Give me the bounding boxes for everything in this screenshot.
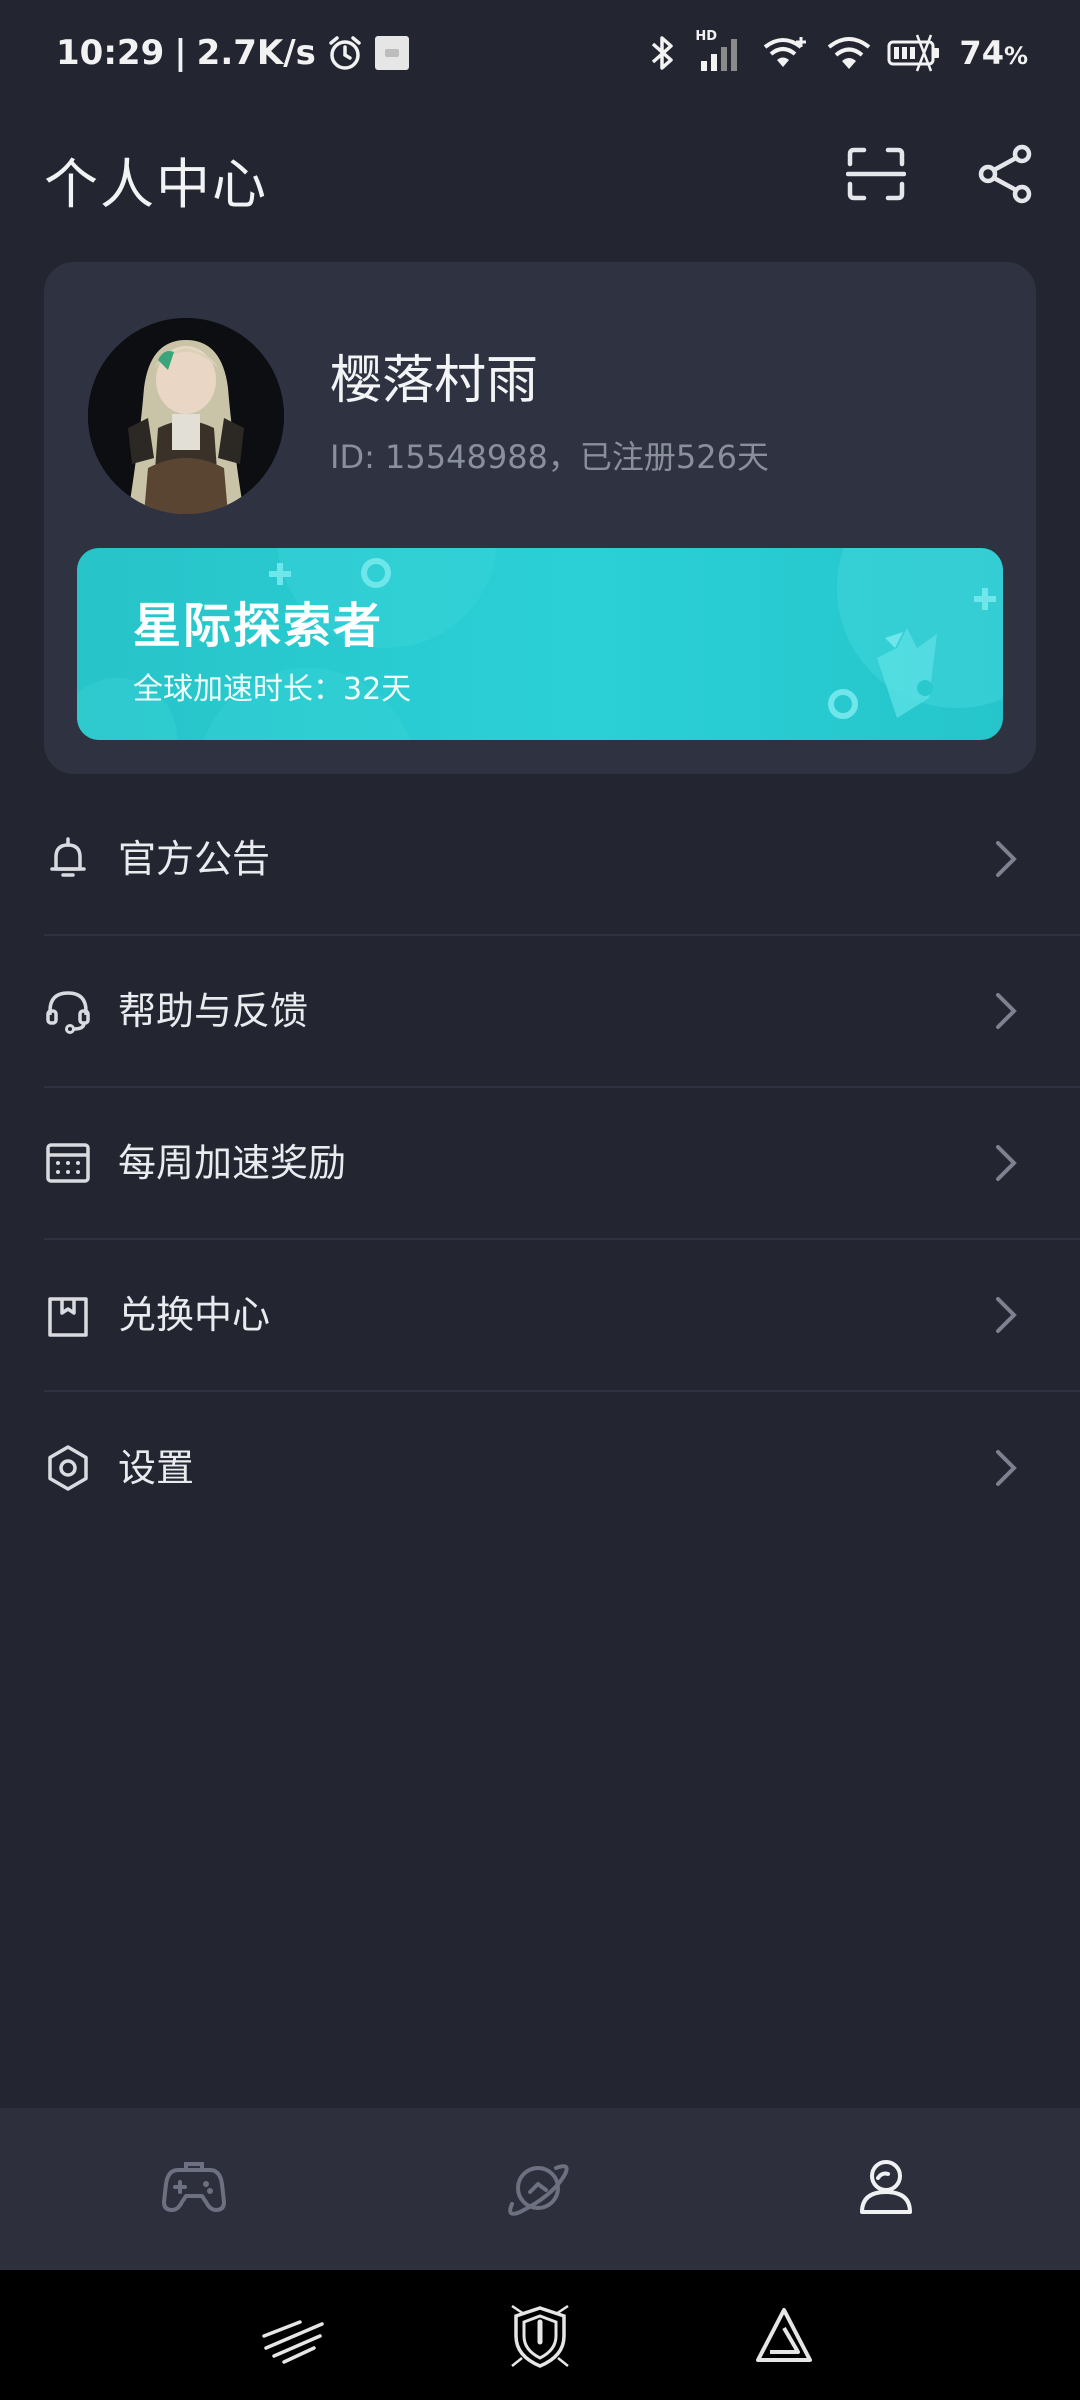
- calendar-icon: [46, 1143, 90, 1183]
- cell-signal-icon: HD: [695, 29, 747, 73]
- planet-icon: [508, 2164, 569, 2216]
- status-left: 10:29 | 2.7K/s: [56, 28, 410, 78]
- battery-level: 74%: [959, 34, 1028, 72]
- shield-logo-button[interactable]: [504, 2300, 576, 2372]
- page-title: 个人中心: [44, 153, 268, 216]
- menu-item-weekly-rewards[interactable]: 每周加速奖励: [44, 1088, 1080, 1240]
- wifi-icon: [827, 33, 871, 73]
- share-button[interactable]: [972, 140, 1040, 208]
- slash-logo-button[interactable]: [258, 2300, 330, 2372]
- shield-logo-icon: [511, 2304, 569, 2368]
- vip-subtitle: 全球加速时长：32天: [133, 672, 412, 707]
- battery-icon: [887, 33, 943, 73]
- user-name: 樱落村雨: [330, 351, 539, 411]
- menu-label: 兑换中心: [118, 1293, 271, 1337]
- triangle-logo-button[interactable]: [748, 2300, 820, 2372]
- status-net-speed: 2.7K/s: [196, 33, 316, 73]
- bottom-tab-bar: [0, 2108, 1080, 2270]
- chevron-right-icon: [996, 993, 1017, 1029]
- vip-membership-banner[interactable]: 星际探索者 全球加速时长：32天: [77, 548, 1003, 740]
- profile-screen: 10:29 | 2.7K/s HD 74% 个人中心 樱落村雨 ID: 1554…: [0, 0, 1080, 2400]
- triangle-logo-icon: [756, 2308, 812, 2362]
- menu-item-help-feedback[interactable]: 帮助与反馈: [44, 936, 1080, 1088]
- menu-list: 官方公告 帮助与反馈 每周加速奖励 兑换中心 设置: [44, 784, 1080, 1544]
- tab-explore[interactable]: [502, 2152, 574, 2224]
- wifi-plus-icon: [763, 33, 811, 73]
- avatar-image: [88, 318, 284, 514]
- scan-icon: [846, 147, 906, 201]
- profile-card: 樱落村雨 ID: 15548988，已注册526天 星际探索者 全球加速时长：3…: [44, 262, 1036, 774]
- menu-item-redeem-center[interactable]: 兑换中心: [44, 1240, 1080, 1392]
- slash-logo-icon: [262, 2320, 324, 2364]
- menu-label: 每周加速奖励: [118, 1141, 347, 1185]
- status-time: 10:29: [56, 33, 165, 73]
- chevron-right-icon: [996, 1450, 1017, 1486]
- settings-hexagon-icon: [48, 1445, 88, 1491]
- menu-label: 设置: [118, 1446, 195, 1490]
- gamepad-icon: [162, 2162, 226, 2212]
- user-id-text: ID: 15548988，已注册526天: [330, 438, 769, 476]
- tab-games[interactable]: [158, 2152, 230, 2224]
- menu-item-announcements[interactable]: 官方公告: [44, 784, 1080, 936]
- chevron-right-icon: [996, 1297, 1017, 1333]
- bell-icon: [50, 837, 86, 877]
- system-navigation-bar: [0, 2270, 1080, 2400]
- menu-label: 帮助与反馈: [118, 989, 309, 1033]
- status-bar: 10:29 | 2.7K/s HD 74%: [0, 0, 1080, 104]
- chevron-right-icon: [996, 1145, 1017, 1181]
- chevron-right-icon: [996, 841, 1017, 877]
- gift-box-icon: [48, 1297, 88, 1337]
- notification-app-icon: [374, 35, 410, 71]
- user-icon: [860, 2160, 912, 2214]
- alarm-icon: [326, 34, 364, 72]
- status-separator: |: [174, 33, 187, 73]
- tab-profile[interactable]: [850, 2152, 922, 2224]
- avatar[interactable]: [88, 318, 284, 514]
- share-icon: [978, 144, 1032, 204]
- bluetooth-icon: [647, 33, 679, 73]
- scan-button[interactable]: [842, 140, 910, 208]
- headset-icon: [46, 991, 90, 1034]
- status-right: HD 74%: [647, 28, 1028, 78]
- menu-item-settings[interactable]: 设置: [44, 1392, 1080, 1544]
- menu-label: 官方公告: [118, 837, 271, 881]
- vip-title: 星际探索者: [133, 598, 384, 654]
